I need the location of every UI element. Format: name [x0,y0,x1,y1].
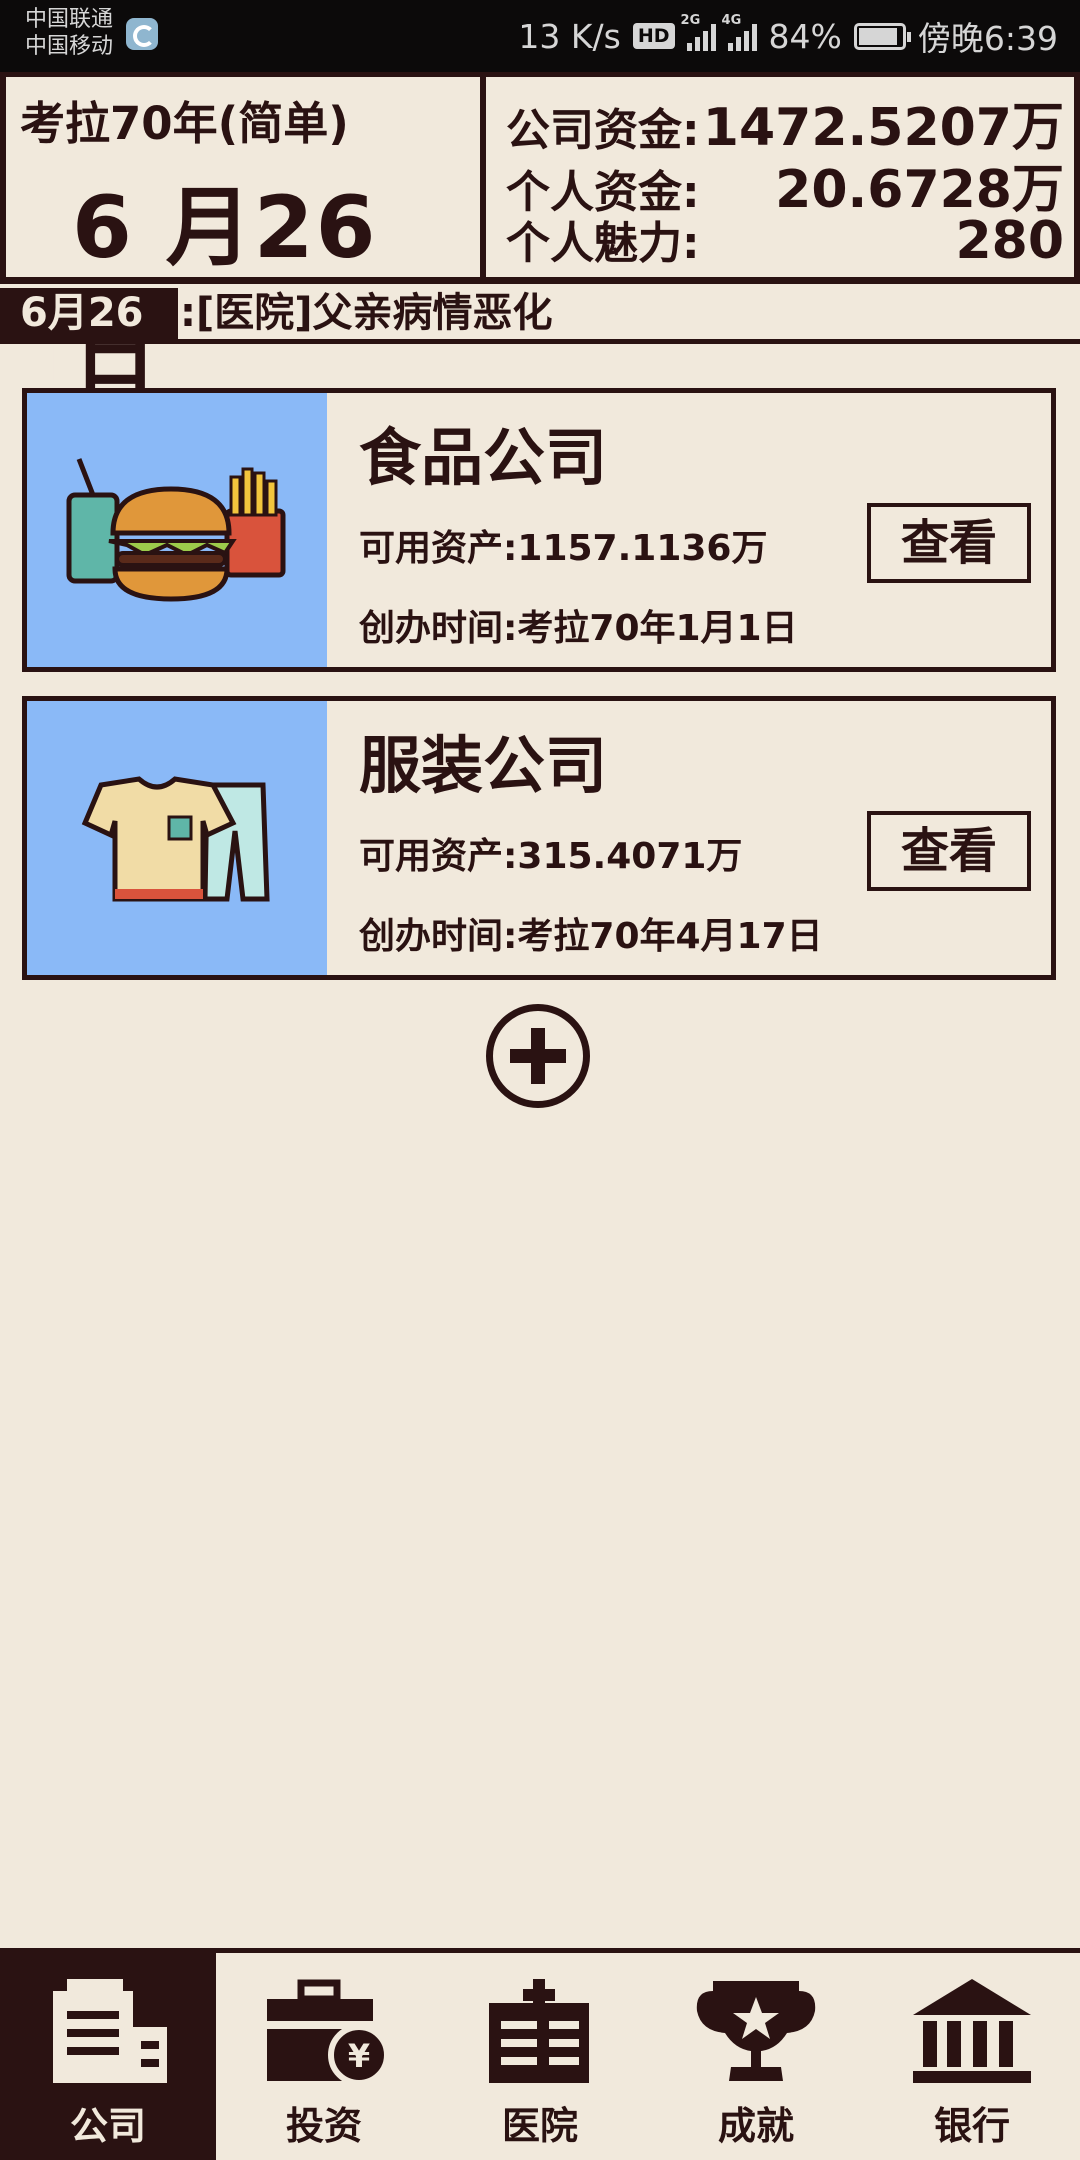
hospital-icon [489,1979,589,2083]
carrier-1: 中国联通 [25,7,114,32]
charisma-row: 个人魅力: 280 [506,207,1064,271]
company-card-food: 食品公司 可用资产:1157.1136万 创办时间:考拉70年1月1日 查看 [22,388,1056,672]
nav-tab-hospital[interactable]: 医院 [432,1953,648,2160]
clothing-icon [81,776,270,902]
news-text: :[医院]父亲病情恶化 [180,290,553,336]
nav-tab-company[interactable]: 公司 [0,1953,216,2160]
view-company-button[interactable]: 查看 [867,811,1031,891]
company-name: 食品公司 [359,421,608,494]
carrier-2: 中国移动 [25,34,114,59]
charisma-label: 个人魅力: [506,218,700,269]
company-building-icon [53,1979,167,2083]
nav-label: 成就 [717,2104,794,2148]
game-mode: 考拉70年(简单) [20,97,349,150]
nav-label: 医院 [501,2104,578,2148]
add-company-button[interactable] [486,1004,590,1108]
fast-food-icon [66,458,286,602]
battery-icon [853,22,911,50]
signal-4g-icon: 4G [722,13,757,51]
clock: 傍晚6:39 [917,19,1058,58]
nav-tab-invest[interactable]: ¥ 投资 [216,1953,432,2160]
status-bar: 中国联通 中国移动 13 K/s HD 2G 4G 84% 傍晚6:39 [0,0,1080,72]
current-date: 6 月26 日 [72,178,378,403]
company-card-clothing: 服装公司 可用资产:315.4071万 创办时间:考拉70年4月17日 查看 [22,696,1056,980]
bank-icon [913,1979,1031,2083]
company-founded: 创办时间:考拉70年4月17日 [359,916,823,957]
nav-tab-bank[interactable]: 银行 [864,1953,1080,2160]
battery-percent: 84% [768,16,842,56]
carrier-names: 中国联通 中国移动 [25,6,113,60]
company-image-food [27,393,327,667]
news-ticker[interactable]: 6月26日 :[医院]父亲病情恶化 [0,288,1080,387]
nav-tab-achievements[interactable]: 成就 [648,1953,864,2160]
net-speed: 13 K/s [518,16,621,56]
company-assets: 可用资产:315.4071万 [359,836,743,877]
nav-label: 公司 [69,2104,146,2148]
hd-icon: HD [632,23,675,49]
signal-2g-icon: 2G [681,13,716,51]
date-panel: 考拉70年(简单) 6 月26 日 [6,77,480,403]
bottom-nav: 公司 ¥ 投资 医院 成就 银行 [0,1948,1080,2160]
trophy-icon [696,1981,816,2081]
view-company-button[interactable]: 查看 [867,503,1031,583]
notification-app-icon [126,18,158,50]
nav-label: 银行 [933,2104,1010,2148]
header: 考拉70年(简单) 6 月26 日 公司资金: 1472.5207万 个人资金:… [0,72,1080,403]
nav-label: 投资 [285,2104,362,2148]
funds-panel: 公司资金: 1472.5207万 个人资金: 20.6728万 个人魅力: 28… [486,77,1074,277]
news-date: 6月26日 [0,288,178,387]
charisma-value: 280 [955,211,1064,271]
investment-briefcase-icon: ¥ [267,1979,389,2086]
company-founded: 创办时间:考拉70年1月1日 [359,608,798,649]
company-image-clothing [27,701,327,975]
company-assets: 可用资产:1157.1136万 [359,528,768,569]
svg-text:¥: ¥ [348,2037,370,2075]
company-name: 服装公司 [359,729,608,802]
